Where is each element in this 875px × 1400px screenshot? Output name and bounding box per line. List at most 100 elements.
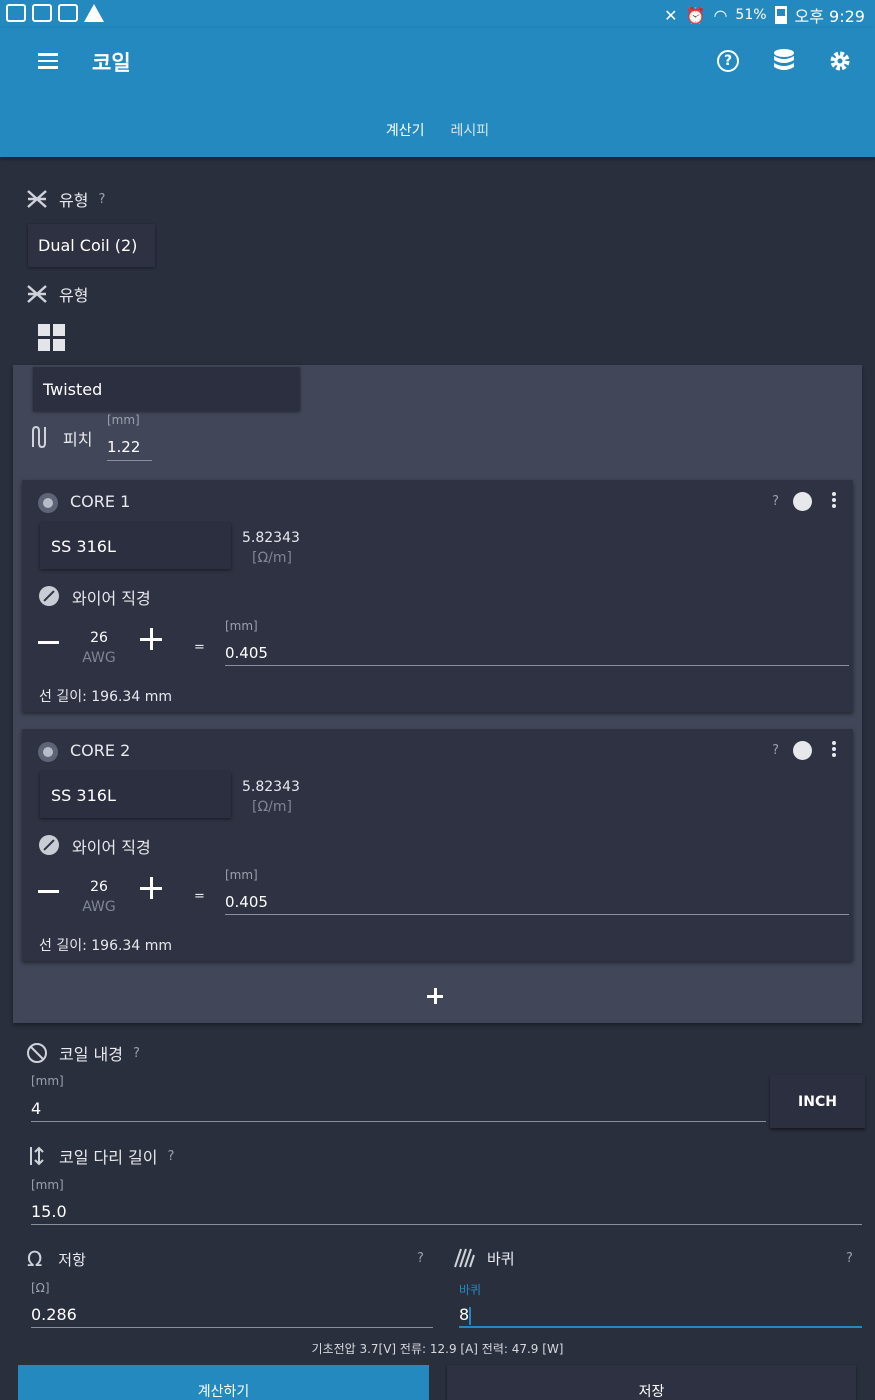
core-card-1: CORE 1 ? SS 316L 5.82343 [Ω/m] 와이어 직경 26… — [22, 480, 853, 712]
awg-decrease-button[interactable] — [38, 631, 60, 653]
core-help[interactable]: ? — [772, 494, 779, 509]
more-options-icon[interactable] — [832, 492, 836, 508]
pitch-icon — [30, 425, 50, 449]
awg-value: 26 — [90, 630, 108, 646]
wraps-input-value: 8 — [459, 1305, 470, 1324]
wire-style-dropdown[interactable]: Twisted — [33, 367, 300, 411]
leg-length-icon — [26, 1145, 48, 1167]
leg-length-input[interactable]: 15.0 — [31, 1199, 862, 1225]
pitch-input[interactable]: 1.22 — [107, 435, 152, 461]
email-notification-icon — [58, 4, 78, 22]
database-icon[interactable] — [771, 48, 797, 74]
diameter-mm-unit: [mm] — [225, 868, 258, 882]
awg-value: 26 — [90, 879, 108, 895]
inner-diameter-unit: [mm] — [31, 1074, 64, 1088]
core-color-toggle[interactable] — [793, 492, 812, 511]
core-select-radio[interactable] — [38, 742, 58, 762]
coil-type-dropdown[interactable]: Dual Coil (2) — [28, 224, 155, 267]
inner-diameter-icon — [26, 1042, 48, 1064]
material-dropdown[interactable]: SS 316L — [40, 523, 231, 569]
inner-diameter-label: 코일 내경 — [59, 1045, 123, 1064]
awg-increase-button[interactable] — [140, 628, 162, 650]
battery-percent: 51% — [735, 7, 767, 23]
warning-icon — [84, 4, 104, 22]
pitch-unit: [mm] — [107, 413, 140, 427]
wraps-label: 바퀴 — [487, 1249, 515, 1268]
alarm-icon: ⏰ — [685, 5, 706, 25]
coil-type-header: 유형 ? — [26, 187, 105, 211]
power-info-line: 기초전압 3.7[V] 전류: 12.9 [A] 전력: 47.9 [W] — [311, 1342, 564, 1356]
diameter-mm-input[interactable]: 0.405 — [225, 638, 849, 666]
leg-length-unit: [mm] — [31, 1178, 64, 1192]
wire-length-label: 선 길이: 196.34 mm — [39, 938, 172, 954]
menu-icon[interactable] — [38, 53, 58, 69]
mute-icon: ✕ — [664, 5, 678, 25]
diameter-mm-input[interactable]: 0.405 — [225, 887, 849, 915]
more-options-icon[interactable] — [832, 741, 836, 757]
app-bar: 코일 ? 계산기 레시피 — [0, 28, 875, 157]
material-dropdown[interactable]: SS 316L — [40, 772, 231, 818]
page-title: 코일 — [92, 51, 131, 75]
battery-icon — [774, 6, 787, 24]
pitch-label: 피치 — [63, 430, 93, 449]
wraps-icon — [453, 1247, 475, 1269]
core-select-radio[interactable] — [38, 493, 58, 513]
settings-gear-icon[interactable] — [827, 48, 853, 74]
awg-decrease-button[interactable] — [38, 880, 60, 902]
calculate-button[interactable]: 계산하기 — [18, 1365, 429, 1400]
resistivity-unit: [Ω/m] — [252, 550, 292, 566]
resistance-label: 저항 — [58, 1250, 86, 1269]
coil-type-icon — [26, 188, 48, 210]
inner-diameter-help[interactable]: ? — [133, 1046, 140, 1061]
core-title: CORE 2 — [70, 741, 131, 760]
wraps-help[interactable]: ? — [846, 1251, 853, 1266]
status-bar: ✕ ⏰ ◠ 51% 오후 9:29 — [0, 0, 875, 28]
tab-recipes[interactable]: 레시피 — [451, 120, 490, 148]
wraps-input[interactable]: 8 — [459, 1302, 862, 1328]
resistance-header: Ω 저항 — [27, 1247, 86, 1271]
coil-type-label: 유형 — [59, 191, 89, 210]
wire-length-label: 선 길이: 196.34 mm — [39, 689, 172, 705]
image-notification-icon — [32, 4, 52, 22]
inch-toggle-button[interactable]: INCH — [770, 1075, 865, 1128]
tab-calculator[interactable]: 계산기 — [386, 120, 425, 148]
wraps-floating-label: 바퀴 — [459, 1283, 482, 1297]
resistance-unit: [Ω] — [31, 1281, 50, 1295]
clock: 오후 9:29 — [794, 7, 865, 26]
core-card-2: CORE 2 ? SS 316L 5.82343 [Ω/m] 와이어 직경 26… — [22, 729, 853, 961]
diameter-mm-unit: [mm] — [225, 619, 258, 633]
inner-diameter-input[interactable]: 4 — [31, 1096, 766, 1122]
core-help[interactable]: ? — [772, 743, 779, 758]
resistance-help[interactable]: ? — [417, 1251, 424, 1266]
awg-unit: AWG — [82, 899, 116, 915]
leg-length-help[interactable]: ? — [168, 1149, 175, 1164]
equals-sign: = — [194, 889, 205, 904]
awg-increase-button[interactable] — [140, 877, 162, 899]
text-cursor — [469, 1306, 471, 1325]
awg-unit: AWG — [82, 650, 116, 666]
wire-config-panel: Twisted 피치 [mm] 1.22 CORE 1 ? SS 316L 5.… — [13, 365, 862, 1023]
grid-view-icon[interactable] — [38, 324, 66, 352]
core-title: CORE 1 — [70, 492, 131, 511]
resistivity-value: 5.82343 — [242, 779, 300, 795]
youtube-notification-icon — [6, 4, 26, 22]
core-color-toggle[interactable] — [793, 741, 812, 760]
help-icon[interactable]: ? — [715, 48, 741, 74]
resistivity-value: 5.82343 — [242, 530, 300, 546]
resistivity-unit: [Ω/m] — [252, 799, 292, 815]
wire-diameter-label: 와이어 직경 — [72, 589, 151, 608]
save-button[interactable]: 저장 — [447, 1365, 856, 1400]
wire-diameter-label: 와이어 직경 — [72, 838, 151, 857]
wire-type-label: 유형 — [59, 286, 89, 305]
wire-type-header: 유형 — [26, 282, 88, 306]
wraps-header: 바퀴 — [453, 1247, 515, 1269]
resistance-input[interactable]: 0.286 — [31, 1302, 433, 1328]
wifi-icon: ◠ — [713, 5, 728, 25]
leg-length-header: 코일 다리 길이 ? — [26, 1144, 174, 1168]
leg-length-label: 코일 다리 길이 — [59, 1148, 158, 1167]
add-core-button[interactable] — [427, 987, 445, 1005]
equals-sign: = — [194, 640, 205, 655]
inner-diameter-header: 코일 내경 ? — [26, 1041, 140, 1065]
wire-diameter-icon — [39, 835, 59, 855]
coil-type-help[interactable]: ? — [98, 192, 105, 207]
